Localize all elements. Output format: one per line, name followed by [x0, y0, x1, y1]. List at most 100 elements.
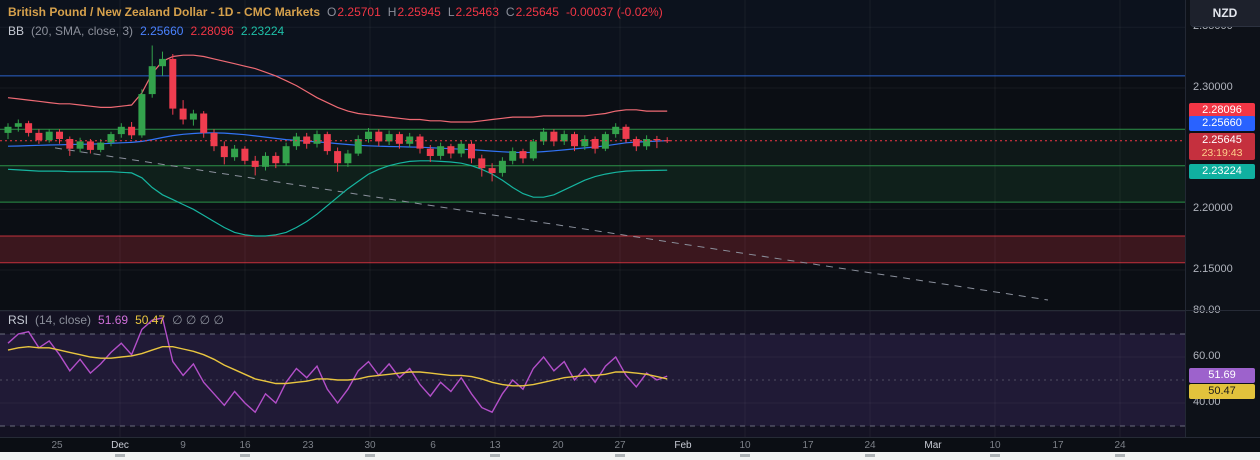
- ohlc-high: H2.25945: [388, 5, 441, 19]
- candle-body[interactable]: [262, 156, 269, 167]
- green-zone: [0, 166, 1185, 202]
- candle-body[interactable]: [520, 151, 527, 158]
- bb-upper-value: 2.28096: [190, 24, 233, 38]
- candle-body[interactable]: [272, 156, 279, 163]
- candle-body[interactable]: [447, 146, 454, 153]
- strip-mark: [490, 454, 500, 457]
- strip-mark: [990, 454, 1000, 457]
- bb-name[interactable]: BB: [8, 24, 24, 38]
- time-axis-label: 27: [614, 440, 625, 451]
- price-axis-label: 2.15000: [1193, 263, 1233, 275]
- rsi-name[interactable]: RSI: [8, 313, 28, 327]
- candle-body[interactable]: [252, 161, 259, 167]
- candle-body[interactable]: [128, 127, 135, 136]
- price-axis-label: 2.30000: [1193, 81, 1233, 93]
- candle-body[interactable]: [77, 141, 84, 148]
- candle-body[interactable]: [66, 139, 73, 149]
- candle-body[interactable]: [97, 143, 104, 150]
- candle-body[interactable]: [489, 168, 496, 173]
- candle-body[interactable]: [334, 151, 341, 163]
- strip-mark: [615, 454, 625, 457]
- rsi-indicator-legend[interactable]: RSI (14, close) 51.69 50.47 ∅ ∅ ∅ ∅: [8, 313, 224, 327]
- candle-body[interactable]: [365, 132, 372, 139]
- pane-divider[interactable]: [0, 310, 1260, 311]
- price-axis[interactable]: 2.350002.300002.200002.1500080.0060.0040…: [1185, 0, 1260, 452]
- candle-body[interactable]: [509, 151, 516, 161]
- currency-label: NZD: [1213, 6, 1238, 20]
- rsi-badge-ma: 50.47: [1189, 384, 1255, 399]
- candle-body[interactable]: [149, 66, 156, 94]
- currency-tab[interactable]: NZD: [1190, 0, 1260, 27]
- time-axis[interactable]: 25Dec91623306132027Feb101724Mar101724: [0, 437, 1260, 453]
- candle-body[interactable]: [396, 134, 403, 144]
- candle-body[interactable]: [406, 137, 413, 144]
- bb-indicator-legend[interactable]: BB (20, SMA, close, 3) 2.25660 2.28096 2…: [8, 24, 284, 38]
- candle-body[interactable]: [643, 139, 650, 146]
- candle-body[interactable]: [427, 149, 434, 156]
- time-axis-label: Dec: [111, 440, 129, 451]
- candle-body[interactable]: [602, 134, 609, 149]
- candle-body[interactable]: [169, 59, 176, 109]
- candle-body[interactable]: [221, 146, 228, 157]
- candle-body[interactable]: [571, 134, 578, 146]
- candle-body[interactable]: [211, 133, 218, 146]
- candle-body[interactable]: [5, 127, 12, 133]
- candle-body[interactable]: [653, 139, 660, 140]
- candle-body[interactable]: [324, 134, 331, 151]
- time-axis-label: 24: [864, 440, 875, 451]
- candle-body[interactable]: [159, 59, 166, 66]
- candle-body[interactable]: [633, 139, 640, 146]
- time-axis-label: 17: [802, 440, 813, 451]
- candle-body[interactable]: [15, 123, 22, 127]
- candle-body[interactable]: [283, 146, 290, 163]
- strip-mark: [115, 454, 125, 457]
- symbol-title[interactable]: British Pound / New Zealand Dollar - 1D …: [8, 5, 320, 19]
- strip-mark: [365, 454, 375, 457]
- candle-body[interactable]: [623, 127, 630, 139]
- candle-body[interactable]: [344, 154, 351, 164]
- candle-body[interactable]: [87, 141, 94, 150]
- symbol-legend[interactable]: British Pound / New Zealand Dollar - 1D …: [8, 5, 663, 19]
- rsi-value: 51.69: [98, 313, 128, 327]
- time-axis-label: 24: [1114, 440, 1125, 451]
- candle-body[interactable]: [108, 134, 115, 143]
- candle-body[interactable]: [664, 140, 671, 141]
- candle-body[interactable]: [581, 139, 588, 146]
- strip-mark: [240, 454, 250, 457]
- candle-body[interactable]: [468, 144, 475, 159]
- candle-body[interactable]: [118, 127, 125, 134]
- rsi-badge-value: 51.69: [1189, 368, 1255, 383]
- candle-body[interactable]: [35, 133, 42, 140]
- time-axis-label: 30: [364, 440, 375, 451]
- candle-body[interactable]: [458, 144, 465, 154]
- candle-body[interactable]: [138, 94, 145, 135]
- candle-body[interactable]: [478, 158, 485, 168]
- ohlc-open: O2.25701: [327, 5, 381, 19]
- candle-body[interactable]: [190, 114, 197, 120]
- bb-basis-value: 2.25660: [140, 24, 183, 38]
- candle-body[interactable]: [231, 149, 238, 158]
- candle-body[interactable]: [241, 149, 248, 161]
- candle-body[interactable]: [550, 132, 557, 142]
- price-badge-bb-lower: 2.23224: [1189, 164, 1255, 179]
- rsi-hidden-values: ∅ ∅ ∅ ∅: [172, 313, 224, 327]
- time-axis-label: 23: [302, 440, 313, 451]
- candle-body[interactable]: [56, 132, 63, 139]
- time-axis-label: 9: [180, 440, 186, 451]
- candle-body[interactable]: [499, 161, 506, 173]
- candle-body[interactable]: [540, 132, 547, 142]
- candle-body[interactable]: [375, 132, 382, 142]
- price-chart-canvas[interactable]: [0, 0, 1185, 437]
- candle-body[interactable]: [437, 146, 444, 156]
- candle-body[interactable]: [314, 134, 321, 144]
- candle-body[interactable]: [530, 141, 537, 158]
- price-badge-last-price: 2.2564523:19:43: [1189, 133, 1255, 160]
- candle-body[interactable]: [200, 114, 207, 133]
- candle-body[interactable]: [46, 132, 53, 141]
- candle-body[interactable]: [303, 137, 310, 144]
- candle-body[interactable]: [417, 137, 424, 149]
- candle-body[interactable]: [180, 109, 187, 120]
- candle-body[interactable]: [25, 123, 32, 133]
- candle-body[interactable]: [612, 127, 619, 134]
- candle-body[interactable]: [293, 137, 300, 147]
